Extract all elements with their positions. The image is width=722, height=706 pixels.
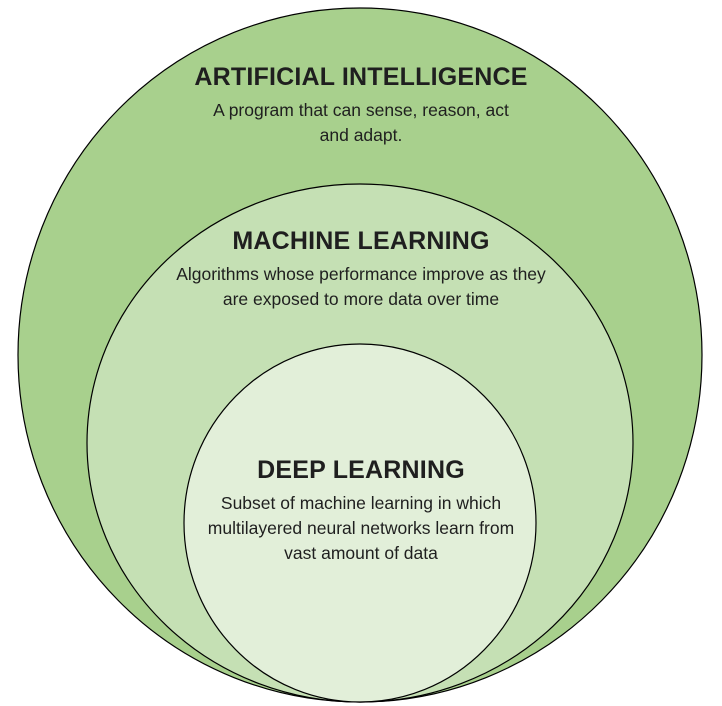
artificial-intelligence-description-line-2: and adapt. xyxy=(319,125,403,145)
artificial-intelligence-description-line-1: A program that can sense, reason, act xyxy=(213,100,509,120)
machine-learning-caption: MACHINE LEARNING Algorithms whose perfor… xyxy=(0,226,722,312)
deep-learning-heading: DEEP LEARNING xyxy=(257,456,465,484)
deep-learning-description-line-2: multilayered neural networks learn from xyxy=(207,518,515,538)
deep-learning-description-line-1: Subset of machine learning in which xyxy=(220,493,502,513)
artificial-intelligence-heading: ARTIFICIAL INTELLIGENCE xyxy=(194,63,528,91)
deep-learning-caption: DEEP LEARNING Subset of machine learning… xyxy=(0,455,722,566)
machine-learning-description-line-1: Algorithms whose performance improve as … xyxy=(176,264,546,284)
machine-learning-description-line-2: are exposed to more data over time xyxy=(222,289,500,309)
machine-learning-heading: MACHINE LEARNING xyxy=(232,227,490,255)
deep-learning-description-line-3: vast amount of data xyxy=(284,543,438,563)
artificial-intelligence-caption: ARTIFICIAL INTELLIGENCE A program that c… xyxy=(0,62,722,148)
